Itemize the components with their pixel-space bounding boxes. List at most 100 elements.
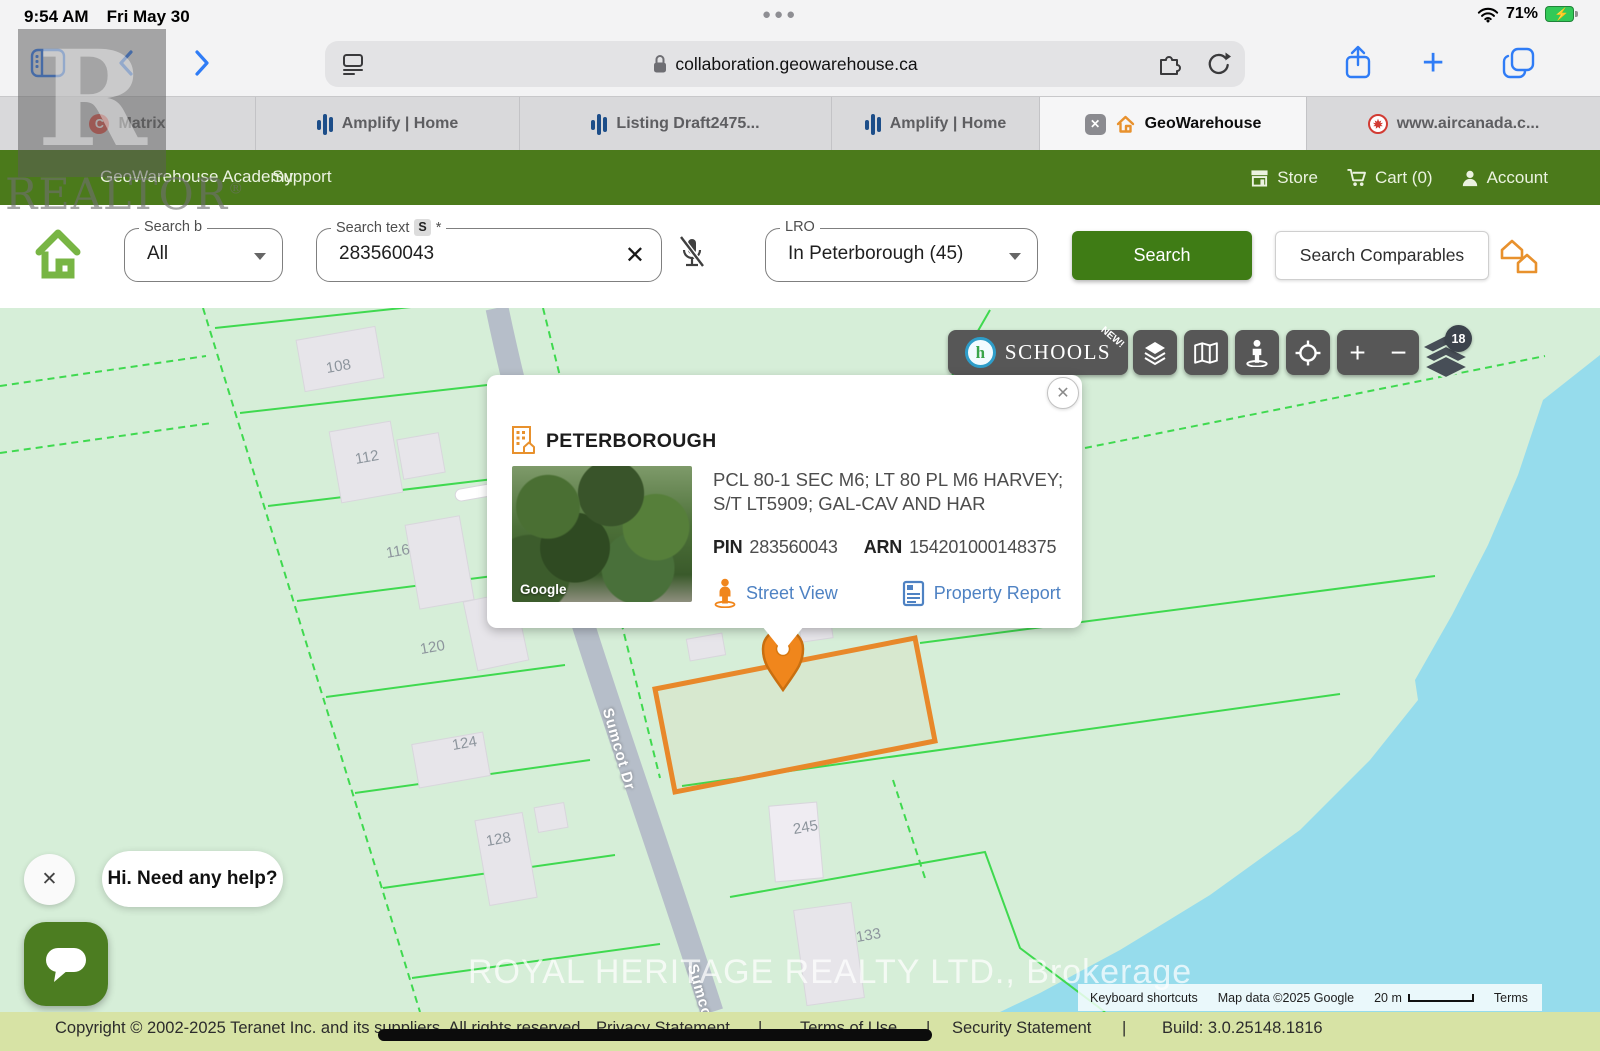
terms-link[interactable]: Terms: [1494, 991, 1528, 1005]
nav-support[interactable]: Support: [272, 167, 332, 187]
reload-icon[interactable]: [1205, 51, 1231, 77]
zoom-in-button[interactable]: +: [1337, 337, 1378, 369]
browser-toolbar: collaboration.geowarehouse.ca +: [0, 34, 1600, 96]
search-button[interactable]: Search: [1072, 231, 1252, 280]
streetview-thumbnail[interactable]: Google: [512, 466, 692, 602]
search-text-input[interactable]: Search text S * 283560043 ✕: [316, 228, 662, 282]
popup-tail: [762, 626, 804, 652]
footer: Copyright © 2002-2025 Teranet Inc. and i…: [0, 1012, 1600, 1051]
share-icon[interactable]: [1343, 44, 1373, 82]
clear-search-icon[interactable]: ✕: [625, 241, 645, 270]
nav-cart[interactable]: Cart (0): [1346, 168, 1433, 188]
comparables-houses-icon[interactable]: [1498, 236, 1544, 276]
pin-value: 283560043: [749, 537, 837, 557]
tab-bar: C Matrix Amplify | Home Listing Draft247…: [0, 96, 1600, 150]
property-popup: PETERBOROUGH Google PCL 80-1 SEC M6; LT …: [487, 375, 1082, 628]
screen: 9:54 AMFri May 30 ●●● 71% ⚡: [0, 0, 1600, 1051]
multitask-dots-icon: ●●●: [762, 6, 798, 23]
my-location-button[interactable]: [1286, 330, 1330, 375]
building-icon: [511, 425, 537, 455]
map-canvas[interactable]: 108 112 116 120 124 128 245 133 Sumcot D…: [0, 308, 1600, 1012]
site-navbar: GeoWarehouse Academy Support Store Cart …: [0, 150, 1600, 205]
chat-dismiss-button[interactable]: ✕: [24, 854, 75, 905]
chat-launcher-button[interactable]: [24, 922, 108, 1006]
battery-percent: 71%: [1506, 5, 1538, 23]
tabs-overview-icon[interactable]: [1502, 47, 1536, 79]
target-icon: [1295, 340, 1321, 366]
tab-matrix[interactable]: C Matrix: [0, 97, 256, 151]
extensions-icon[interactable]: [1157, 51, 1183, 77]
url-text: collaboration.geowarehouse.ca: [675, 54, 917, 75]
lock-icon: [652, 54, 668, 74]
chat-greeting[interactable]: Hi. Need any help?: [102, 851, 283, 907]
popup-close-button[interactable]: ✕: [1047, 377, 1079, 409]
security-statement-link[interactable]: Security Statement: [952, 1019, 1091, 1038]
lro-value: In Peterborough (45): [788, 243, 963, 265]
battery-icon: ⚡: [1545, 6, 1578, 22]
pegman-icon: [1244, 339, 1270, 367]
aircanada-favicon: [1368, 114, 1388, 134]
popup-title: PETERBOROUGH: [546, 430, 716, 453]
tab-listing-draft[interactable]: Listing Draft2475...: [520, 97, 832, 151]
photo-credit: Google: [520, 582, 567, 597]
tab-label: Amplify | Home: [890, 115, 1007, 133]
status-bar: 9:54 AMFri May 30 ●●● 71% ⚡: [0, 0, 1600, 34]
search-comparables-button[interactable]: Search Comparables: [1275, 231, 1489, 280]
zoom-out-button[interactable]: −: [1378, 337, 1419, 369]
amplify-favicon: [591, 114, 607, 135]
chat-bubble-icon: [44, 944, 88, 984]
keyboard-shortcuts-link[interactable]: Keyboard shortcuts: [1090, 991, 1198, 1005]
amplify-favicon: [317, 114, 333, 135]
tab-amplify-1[interactable]: Amplify | Home: [256, 97, 520, 151]
zoom-control[interactable]: +−: [1337, 330, 1419, 375]
search-panel: Search b All Search text S * 283560043 ✕…: [0, 205, 1600, 308]
search-text-value: 283560043: [339, 243, 434, 265]
layers-icon: [1142, 340, 1168, 366]
forward-icon[interactable]: [186, 48, 216, 78]
map-data-credit: Map data ©2025 Google: [1218, 991, 1354, 1005]
matrix-favicon: C: [89, 114, 109, 134]
account-icon: [1461, 169, 1479, 187]
property-report-link[interactable]: Property Report: [902, 580, 1061, 607]
store-icon: [1250, 169, 1269, 187]
cart-icon: [1346, 168, 1367, 187]
search-type-value: All: [147, 243, 168, 265]
tab-label: Matrix: [118, 115, 165, 133]
geowarehouse-favicon: [1115, 114, 1136, 134]
tab-geowarehouse[interactable]: ✕ GeoWarehouse: [1040, 97, 1307, 151]
nav-account[interactable]: Account: [1461, 168, 1548, 188]
home-indicator[interactable]: [378, 1029, 932, 1041]
street-view-button[interactable]: [1235, 330, 1279, 375]
back-icon[interactable]: [112, 48, 142, 78]
tab-label: Amplify | Home: [342, 115, 459, 133]
pegman-orange-icon: [713, 578, 737, 608]
tab-label: GeoWarehouse: [1145, 115, 1262, 133]
new-tab-icon[interactable]: +: [1422, 46, 1444, 80]
wifi-icon: [1477, 6, 1499, 23]
lro-select[interactable]: LRO In Peterborough (45): [765, 228, 1038, 282]
chevron-down-icon: [254, 253, 266, 260]
pin-arn-row: PIN283560043ARN154201000148375: [713, 537, 1056, 558]
search-type-select[interactable]: Search b All: [124, 228, 283, 282]
tab-label: www.aircanada.c...: [1397, 115, 1540, 133]
folded-map-icon: [1193, 341, 1219, 365]
close-tab-icon[interactable]: ✕: [1085, 114, 1106, 135]
legal-description: PCL 80-1 SEC M6; LT 80 PL M6 HARVEY; S/T…: [713, 468, 1073, 516]
tab-amplify-2[interactable]: Amplify | Home: [832, 97, 1040, 151]
address-bar[interactable]: collaboration.geowarehouse.ca: [325, 41, 1245, 87]
layer-count-badge: 18: [1445, 325, 1472, 352]
nav-academy[interactable]: GeoWarehouse Academy: [100, 167, 293, 187]
map-attribution: Keyboard shortcuts Map data ©2025 Google…: [1078, 984, 1542, 1011]
geowarehouse-logo[interactable]: [32, 224, 84, 282]
tab-aircanada[interactable]: www.aircanada.c...: [1307, 97, 1600, 151]
base-map-button[interactable]: [1184, 330, 1228, 375]
lake: [1000, 355, 1600, 1012]
map-layers-button[interactable]: [1133, 330, 1177, 375]
amplify-favicon: [865, 114, 881, 135]
street-view-link[interactable]: Street View: [713, 578, 838, 608]
schools-logo-icon: h: [965, 337, 996, 368]
schools-button[interactable]: h SCHOOLS NEW!: [948, 330, 1128, 375]
sidebar-icon[interactable]: [30, 47, 66, 79]
voice-search-muted-icon[interactable]: [676, 235, 708, 275]
nav-store[interactable]: Store: [1250, 168, 1318, 188]
